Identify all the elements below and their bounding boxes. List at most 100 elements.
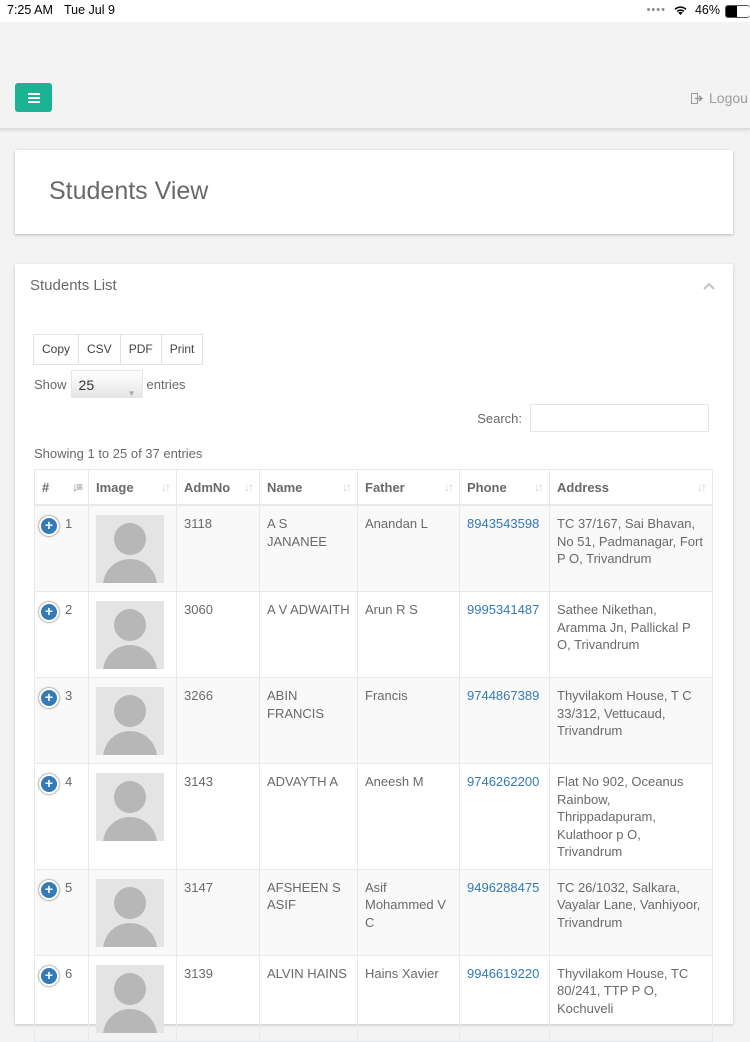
column-header-address[interactable]: Address ↓↑ [549, 469, 713, 506]
sort-icon: ↓↑ [444, 480, 454, 494]
chevron-up-icon[interactable] [701, 278, 717, 294]
column-header-admno[interactable]: AdmNo ↓↑ [176, 469, 260, 506]
table-row: +6 3139 ALVIN HAINS Hains Xavier 9946619… [34, 954, 713, 1042]
row-number: +2 [34, 591, 89, 678]
admno-cell: 3266 [176, 677, 260, 764]
student-image-cell [88, 954, 177, 1042]
student-image-cell [88, 677, 177, 764]
signal-icon: •••• [646, 4, 666, 16]
column-header-phone[interactable]: Phone ↓↑ [459, 469, 550, 506]
copy-button[interactable]: Copy [33, 334, 80, 365]
status-indicators: •••• 46% [647, 3, 720, 17]
logout-link[interactable]: Logou [691, 90, 748, 106]
sort-asc-icon: ↓≡ [71, 480, 83, 494]
address-cell: Thyvilakom House, TC 80/241, TTP P O, Ko… [549, 954, 713, 1042]
table-row: +3 3266 ABIN FRANCIS Francis 9744867389 … [34, 677, 713, 764]
name-cell: ALVIN HAINS [259, 954, 358, 1042]
sort-icon: ↓↑ [244, 480, 254, 494]
column-header-name[interactable]: Name ↓↑ [259, 469, 358, 506]
page-heading: Students View [15, 150, 733, 234]
status-time: 7:25 AM [7, 3, 53, 17]
page-size-select[interactable]: 25 ▼ [70, 370, 143, 398]
students-list-panel: Students List Copy CSV PDF Print Show 25… [15, 264, 733, 1042]
admno-cell: 3143 [176, 763, 260, 870]
export-buttons: Copy CSV PDF Print [33, 334, 204, 365]
page-title: Students View [49, 177, 209, 205]
student-image-cell [88, 504, 177, 592]
expand-row-icon[interactable]: + [39, 516, 59, 536]
address-cell: Thyvilakom House, T C 33/312, Vettucaud,… [549, 677, 713, 764]
address-cell: TC 37/167, Sai Bhavan, No 51, Padmanagar… [549, 504, 713, 592]
avatar-placeholder-icon [96, 878, 164, 947]
table-row: +5 3147 AFSHEEN S ASIF Asif Mohammed V C… [34, 868, 713, 956]
page-length-control: Show 25 ▼ entries [34, 370, 186, 398]
page-size-value: 25 [78, 377, 95, 393]
expand-row-icon[interactable]: + [39, 602, 59, 622]
top-navbar: Logou [0, 22, 750, 129]
table-info: Showing 1 to 25 of 37 entries [34, 446, 203, 461]
panel-title: Students List [30, 277, 117, 294]
students-table: # ↓≡ Image ↓↑ AdmNo ↓↑ Name ↓↑ Father ↓↑ Phon… [34, 469, 713, 1042]
name-cell: ABIN FRANCIS [259, 677, 358, 764]
pdf-button[interactable]: PDF [119, 334, 162, 365]
sort-icon: ↓↑ [697, 480, 707, 494]
phone-link[interactable]: 8943543598 [459, 504, 550, 592]
column-header-father[interactable]: Father ↓↑ [357, 469, 460, 506]
student-image-cell [88, 763, 177, 870]
row-number: +1 [34, 504, 89, 592]
row-number: +5 [34, 868, 89, 956]
avatar-placeholder-icon [96, 773, 164, 841]
admno-cell: 3139 [176, 954, 260, 1042]
avatar-placeholder-icon [96, 964, 164, 1033]
sort-icon: ↓↑ [161, 480, 171, 494]
father-cell: Asif Mohammed V C [357, 868, 460, 956]
csv-button[interactable]: CSV [78, 334, 121, 365]
show-label: Show [34, 376, 67, 392]
student-image-cell [88, 591, 177, 678]
phone-link[interactable]: 9946619220 [459, 954, 550, 1042]
table-header-row: # ↓≡ Image ↓↑ AdmNo ↓↑ Name ↓↑ Father ↓↑ Phon… [34, 469, 713, 506]
row-number: +6 [34, 954, 89, 1042]
expand-row-icon[interactable]: + [39, 965, 59, 986]
phone-link[interactable]: 9746262200 [459, 763, 550, 870]
student-image-cell [88, 868, 177, 956]
name-cell: A V ADWAITH [259, 591, 358, 678]
status-bar: 7:25 AM Tue Jul 9 •••• 46% [0, 0, 750, 22]
battery-percent: 46% [694, 3, 720, 17]
expand-row-icon[interactable]: + [39, 774, 59, 794]
phone-link[interactable]: 9496288475 [459, 868, 550, 956]
sort-icon: ↓↑ [342, 480, 352, 494]
name-cell: A S JANANEE [259, 504, 358, 592]
search-label: Search: [477, 410, 522, 426]
expand-row-icon[interactable]: + [39, 879, 59, 900]
phone-link[interactable]: 9744867389 [459, 677, 550, 764]
print-button[interactable]: Print [160, 334, 204, 365]
search-control: Search: [477, 404, 709, 432]
row-number: +3 [34, 677, 89, 764]
sign-out-icon [691, 92, 704, 104]
address-cell: TC 26/1032, Salkara, Vayalar Lane, Vanhi… [549, 868, 713, 956]
column-header-image[interactable]: Image ↓↑ [88, 469, 177, 506]
avatar-placeholder-icon [96, 601, 164, 669]
search-input[interactable] [530, 404, 709, 432]
address-cell: Flat No 902, Oceanus Rainbow, Thrippadap… [549, 763, 713, 870]
expand-row-icon[interactable]: + [39, 688, 59, 708]
father-cell: Aneesh M [357, 763, 460, 870]
address-cell: Sathee Nikethan, Aramma Jn, Pallickal P … [549, 591, 713, 678]
table-row: +4 3143 ADVAYTH A Aneesh M 9746262200 Fl… [34, 763, 713, 870]
admno-cell: 3060 [176, 591, 260, 678]
entries-label: entries [146, 376, 186, 392]
admno-cell: 3147 [176, 868, 260, 956]
status-date: Tue Jul 9 [64, 3, 115, 17]
hamburger-icon [27, 92, 40, 103]
row-number: +4 [34, 763, 89, 870]
column-header-number[interactable]: # ↓≡ [34, 469, 89, 506]
phone-link[interactable]: 9995341487 [459, 591, 550, 678]
father-cell: Hains Xavier [357, 954, 460, 1042]
avatar-placeholder-icon [96, 515, 164, 583]
logout-label: Logou [709, 90, 748, 106]
battery-icon [725, 5, 750, 18]
menu-toggle-button[interactable] [15, 83, 52, 112]
table-row: +2 3060 A V ADWAITH Arun R S 9995341487 … [34, 591, 713, 678]
admno-cell: 3118 [176, 504, 260, 592]
